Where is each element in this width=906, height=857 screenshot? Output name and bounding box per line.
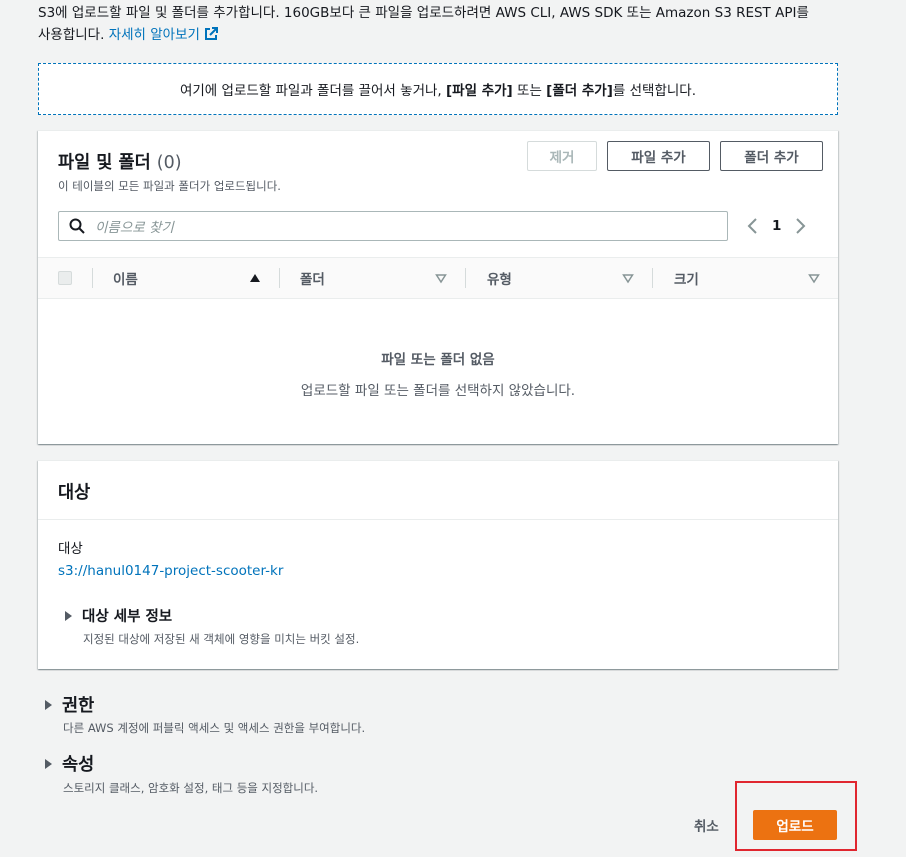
external-link-icon xyxy=(204,27,218,40)
search-input[interactable]: 이름으로 찾기 xyxy=(58,211,728,241)
destination-details-description: 지정된 대상에 저장된 새 객체에 영향을 미치는 버킷 설정. xyxy=(83,632,360,646)
column-header-name[interactable]: 이름 xyxy=(113,258,138,298)
properties-toggle[interactable]: 속성 xyxy=(45,751,94,776)
search-icon xyxy=(69,218,85,234)
dropzone-text-middle: 또는 xyxy=(517,83,542,99)
destination-link[interactable]: s3://hanul0147-project-scooter-kr xyxy=(58,563,283,579)
column-size-label: 크기 xyxy=(674,272,699,288)
learn-more-link[interactable]: 자세히 알아보기 xyxy=(109,27,218,43)
caret-right-icon xyxy=(65,610,72,621)
destination-details-title: 대상 세부 정보 xyxy=(82,609,173,625)
column-header-type[interactable]: 유형 xyxy=(487,258,512,298)
search-placeholder: 이름으로 찾기 xyxy=(95,220,174,236)
column-divider xyxy=(652,268,653,288)
column-folder-label: 폴더 xyxy=(300,272,325,288)
properties-description: 스토리지 클래스, 암호화 설정, 태그 등을 지정합니다. xyxy=(63,781,319,795)
chevron-left-icon[interactable] xyxy=(746,217,760,235)
add-folder-button[interactable]: 폴더 추가 xyxy=(720,141,823,171)
files-and-folders-panel: 파일 및 폴더 (0) 이 테이블의 모든 파일과 폴더가 업로드됩니다. 제거… xyxy=(38,130,838,444)
properties-title: 속성 xyxy=(62,755,95,775)
cancel-button[interactable]: 취소 xyxy=(694,815,719,835)
dropzone-add-files-hint: [파일 추가] xyxy=(446,83,513,99)
files-panel-description: 이 테이블의 모든 파일과 폴더가 업로드됩니다. xyxy=(58,179,281,193)
highlight-annotation xyxy=(735,781,857,851)
permissions-toggle[interactable]: 권한 xyxy=(45,692,94,717)
permissions-title: 권한 xyxy=(62,696,95,716)
chevron-right-icon[interactable] xyxy=(793,217,807,235)
column-divider xyxy=(465,268,466,288)
remove-button[interactable]: 제거 xyxy=(527,141,597,171)
page-number[interactable]: 1 xyxy=(772,218,781,234)
column-header-folder[interactable]: 폴더 xyxy=(300,258,325,298)
learn-more-label: 자세히 알아보기 xyxy=(108,27,200,43)
files-count: (0) xyxy=(156,153,182,173)
table-header: 이름 폴더 유형 크기 xyxy=(38,257,838,299)
destination-details-toggle[interactable]: 대상 세부 정보 xyxy=(65,605,172,626)
caret-right-icon xyxy=(45,758,52,769)
empty-state-description: 업로드할 파일 또는 폴더를 선택하지 않았습니다. xyxy=(300,383,576,399)
sort-icon[interactable] xyxy=(808,272,820,284)
upload-intro: S3에 업로드할 파일 및 폴더를 추가합니다. 160GB보다 큰 파일을 업… xyxy=(38,2,838,46)
sort-icon[interactable] xyxy=(622,272,634,284)
upload-page: S3에 업로드할 파일 및 폴더를 추가합니다. 160GB보다 큰 파일을 업… xyxy=(0,0,906,857)
column-divider xyxy=(279,268,280,288)
files-panel-title: 파일 및 폴더 (0) xyxy=(58,149,182,174)
drop-zone[interactable]: 여기에 업로드할 파일과 폴더를 끌어서 놓거나, [파일 추가] 또는 [폴더… xyxy=(38,63,838,115)
dropzone-text-before: 여기에 업로드할 파일과 폴더를 끌어서 놓거나, xyxy=(179,83,442,99)
dropzone-text-after: 를 선택합니다. xyxy=(612,83,697,99)
destination-panel-header: 대상 xyxy=(38,461,838,520)
destination-label: 대상 xyxy=(58,541,83,557)
permissions-description: 다른 AWS 계정에 퍼블릭 액세스 및 액세스 권한을 부여합니다. xyxy=(63,721,366,735)
intro-line-2: 사용합니다. 자세히 알아보기 xyxy=(38,24,838,46)
empty-state-title: 파일 또는 폴더 없음 xyxy=(381,352,495,368)
sort-icon[interactable] xyxy=(435,272,447,284)
select-all-checkbox[interactable] xyxy=(58,271,72,285)
add-files-button[interactable]: 파일 추가 xyxy=(607,141,710,171)
intro-line-2-text: 사용합니다. xyxy=(38,27,105,43)
column-divider xyxy=(92,268,93,288)
column-header-size[interactable]: 크기 xyxy=(674,258,699,298)
pagination: 1 xyxy=(746,213,807,239)
column-type-label: 유형 xyxy=(487,272,512,288)
column-name-label: 이름 xyxy=(113,272,138,288)
intro-line-1: S3에 업로드할 파일 및 폴더를 추가합니다. 160GB보다 큰 파일을 업… xyxy=(38,5,809,21)
destination-panel-title: 대상 xyxy=(58,483,91,503)
files-panel-title-text: 파일 및 폴더 xyxy=(58,153,151,173)
dropzone-add-folder-hint: [폴더 추가] xyxy=(546,83,613,99)
caret-right-icon xyxy=(45,699,52,710)
sort-ascending-icon[interactable] xyxy=(249,272,261,284)
destination-panel: 대상 대상 s3://hanul0147-project-scooter-kr … xyxy=(38,460,838,669)
